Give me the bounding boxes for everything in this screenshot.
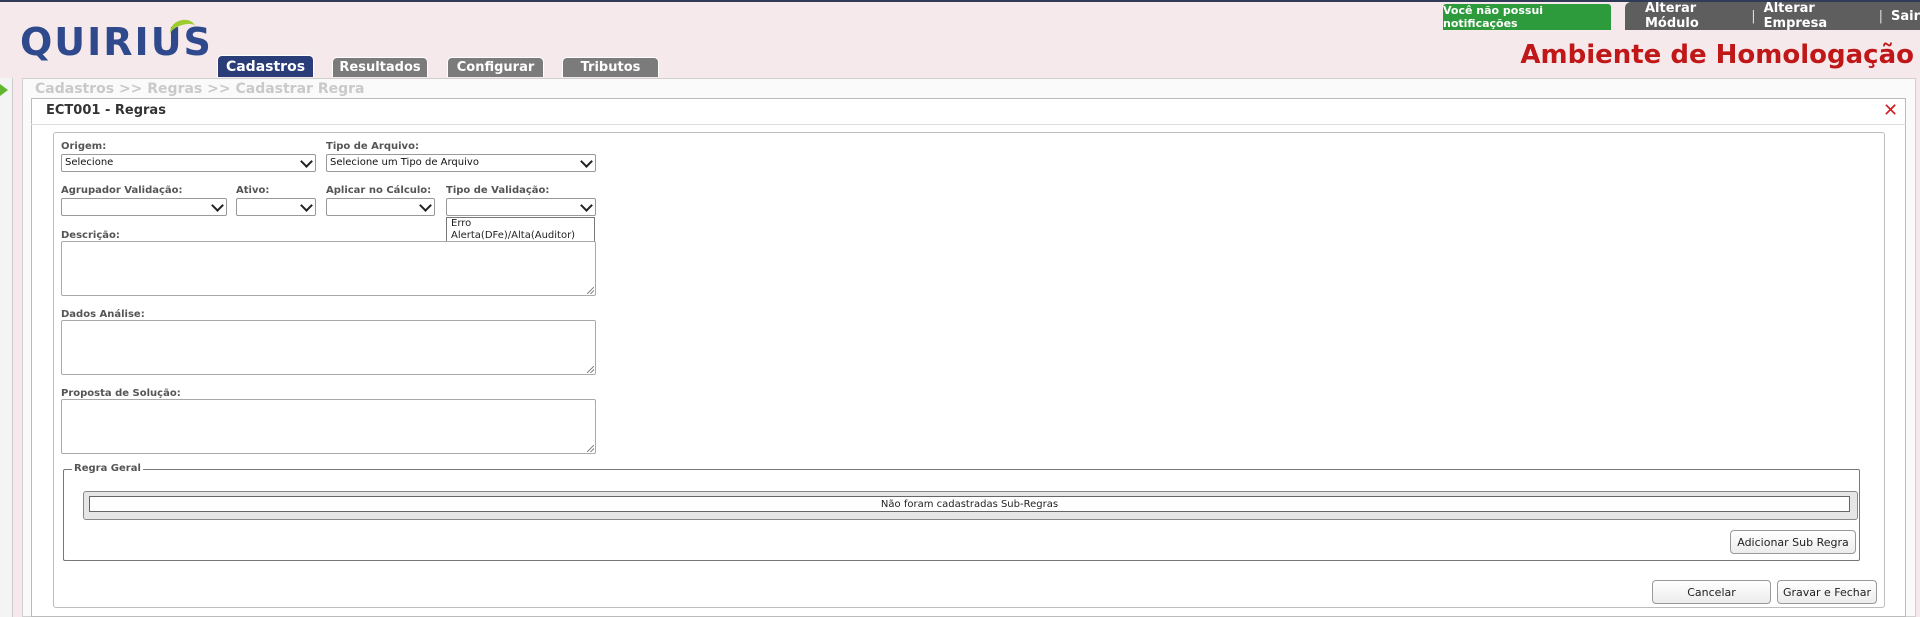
dados-analise-textarea[interactable] xyxy=(61,320,596,375)
agrupador-select[interactable] xyxy=(61,198,227,216)
proposta-solucao-label: Proposta de Solução: xyxy=(61,388,181,399)
menu-separator: | xyxy=(1878,8,1883,24)
tipo-arquivo-select[interactable]: Selecione um Tipo de Arquivo xyxy=(326,154,596,172)
save-close-button[interactable]: Gravar e Fechar xyxy=(1777,580,1877,604)
close-icon[interactable]: ✕ xyxy=(1883,101,1898,121)
tab-cadastros[interactable]: Cadastros xyxy=(217,55,314,77)
tipo-validacao-select[interactable] xyxy=(446,198,596,216)
window-title: ECT001 - Regras xyxy=(46,103,166,118)
notification-badge[interactable]: Você não possui notificações xyxy=(1443,4,1611,30)
environment-label: Ambiente de Homologação xyxy=(1520,40,1914,70)
tipo-validacao-label: Tipo de Validação: xyxy=(446,185,550,196)
tipo-arquivo-label: Tipo de Arquivo: xyxy=(326,141,419,152)
resize-grip-icon[interactable] xyxy=(587,445,594,452)
menu-alterar-empresa[interactable]: Alterar Empresa xyxy=(1764,1,1871,31)
origem-label: Origem: xyxy=(61,141,107,152)
tab-resultados[interactable]: Resultados xyxy=(332,57,428,77)
tab-tributos[interactable]: Tributos xyxy=(562,57,659,77)
chevron-down-icon xyxy=(211,199,224,212)
add-sub-regra-button[interactable]: Adicionar Sub Regra xyxy=(1730,530,1856,554)
regra-geral-legend: Regra Geral xyxy=(72,463,143,474)
tipo-arquivo-value: Selecione um Tipo de Arquivo xyxy=(330,157,479,168)
breadcrumb: Cadastros >> Regras >> Cadastrar Regra xyxy=(35,81,365,97)
chevron-down-icon xyxy=(300,155,313,168)
menu-alterar-modulo[interactable]: Alterar Módulo xyxy=(1645,1,1743,31)
origem-value: Selecione xyxy=(65,157,114,168)
aplicar-calculo-select[interactable] xyxy=(326,198,435,216)
origem-select[interactable]: Selecione xyxy=(61,154,316,172)
agrupador-label: Agrupador Validação: xyxy=(61,185,183,196)
expand-arrow-icon[interactable] xyxy=(0,84,8,96)
side-panel-toggle[interactable] xyxy=(0,78,13,617)
menu-sair[interactable]: Sair xyxy=(1891,9,1920,24)
dados-analise-label: Dados Análise: xyxy=(61,309,145,320)
cancel-button[interactable]: Cancelar xyxy=(1652,580,1771,604)
descricao-label: Descrição: xyxy=(61,230,120,241)
option-erro[interactable]: Erro xyxy=(447,218,594,230)
sub-regras-empty-message: Não foram cadastradas Sub-Regras xyxy=(89,496,1850,512)
top-menu: Alterar Módulo | Alterar Empresa | Sair xyxy=(1625,1,1920,31)
proposta-solucao-textarea[interactable] xyxy=(61,399,596,454)
menu-separator: | xyxy=(1751,8,1756,24)
ativo-select[interactable] xyxy=(236,198,316,216)
chevron-down-icon xyxy=(580,155,593,168)
descricao-textarea[interactable] xyxy=(61,241,596,296)
title-divider xyxy=(31,124,1906,125)
chevron-down-icon xyxy=(300,199,313,212)
tab-configurar[interactable]: Configurar xyxy=(447,57,544,77)
ativo-label: Ativo: xyxy=(236,185,270,196)
aplicar-calculo-label: Aplicar no Cálculo: xyxy=(326,185,432,196)
resize-grip-icon[interactable] xyxy=(587,366,594,373)
chevron-down-icon xyxy=(580,199,593,212)
resize-grip-icon[interactable] xyxy=(587,287,594,294)
chevron-down-icon xyxy=(419,199,432,212)
